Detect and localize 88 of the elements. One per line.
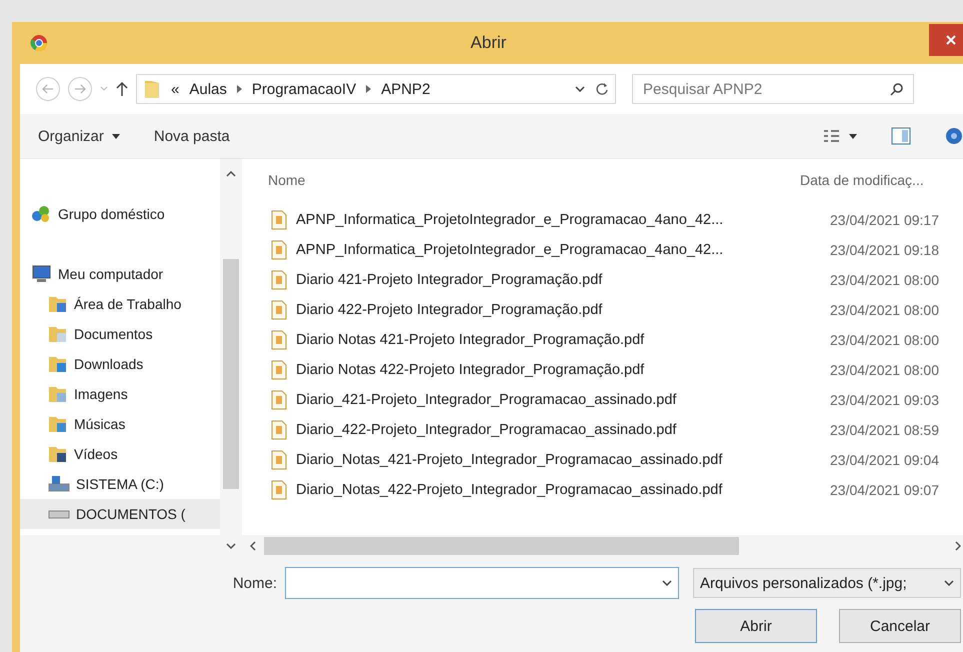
column-header[interactable]: Data de modificaç... — [774, 172, 934, 188]
file-name[interactable]: Diario 422-Projeto Integrador_Programação.pdf — [296, 302, 826, 318]
scroll-right-icon[interactable] — [955, 541, 961, 551]
file-name[interactable]: Diario_421-Projeto_Integrador_Programacao_assinado.pdf — [296, 392, 826, 408]
toolbar-button[interactable]: Organizar — [38, 128, 120, 144]
vertical-scrollbar[interactable] — [220, 159, 242, 535]
folder-icon — [48, 414, 68, 434]
modified-date: 23/04/2021 09:04 — [830, 452, 939, 468]
folder-icon — [48, 384, 68, 404]
column-header[interactable]: Nome — [242, 172, 774, 188]
file-name[interactable]: Diario_422-Projeto_Integrador_Programacao_assinado.pdf — [296, 422, 826, 438]
file-name-field[interactable] — [285, 567, 679, 599]
dropdown-icon — [662, 580, 672, 586]
modified-date: 23/04/2021 09:07 — [830, 482, 939, 498]
folder-icon — [48, 294, 68, 314]
back-arrow-icon — [42, 84, 54, 94]
file-name[interactable]: Diario 421-Projeto Integrador_Programação.pdf — [296, 272, 826, 288]
modified-date: 23/04/2021 09:03 — [830, 392, 939, 408]
preview-pane-icon[interactable] — [891, 127, 911, 145]
dropdown-icon — [575, 86, 585, 92]
folder-icon — [48, 444, 68, 464]
help-icon[interactable] — [945, 127, 963, 145]
breadcrumb[interactable]: Aulas — [189, 80, 227, 98]
chevron-icon — [236, 85, 242, 93]
file-type-dropdown[interactable]: Arquivos personalizados (*.jpg; — [693, 568, 961, 598]
computer-icon — [30, 264, 52, 284]
pdf-file-icon — [270, 390, 288, 410]
window-title: Abrir — [470, 33, 508, 53]
search-field[interactable]: Pesquisar APNP2 — [632, 74, 914, 104]
breadcrumb[interactable]: APNP2 — [381, 80, 430, 98]
homegroup-icon — [30, 204, 52, 224]
scroll-left-icon[interactable] — [250, 541, 256, 551]
view-options-icon[interactable] — [823, 129, 857, 143]
sidebar-item[interactable]: Downloads — [20, 349, 220, 379]
pdf-file-icon — [270, 330, 288, 350]
modified-date: 23/04/2021 08:00 — [830, 302, 939, 318]
file-name[interactable]: APNP_Informatica_ProjetoIntegrador_e_Programacao_4ano_42... — [296, 242, 826, 258]
modified-date: 23/04/2021 08:59 — [830, 422, 939, 438]
file-name[interactable]: Diario Notas 422-Projeto Integrador_Programação.pdf — [296, 362, 826, 378]
drive-icon — [48, 510, 70, 518]
caret-icon — [944, 580, 954, 586]
sidebar-item[interactable]: SISTEMA (C:) — [20, 469, 220, 499]
modified-date: 23/04/2021 09:18 — [830, 242, 939, 258]
folder-icon — [143, 79, 161, 99]
forward-arrow-icon — [74, 84, 86, 94]
file-name[interactable]: APNP_Informatica_ProjetoIntegrador_e_Programacao_4ano_42... — [296, 212, 826, 228]
up-arrow-icon[interactable] — [116, 81, 128, 97]
scroll-up-icon[interactable] — [226, 171, 236, 177]
sidebar-item[interactable]: Músicas — [20, 409, 220, 439]
pdf-file-icon — [270, 270, 288, 290]
cancel-button[interactable]: Cancelar — [839, 609, 961, 643]
pdf-file-icon — [270, 480, 288, 500]
open-button[interactable]: Abrir — [695, 609, 817, 643]
file-name[interactable]: Diario_Notas_421-Projeto_Integrador_Programacao_assinado.pdf — [296, 452, 826, 468]
search-icon — [890, 82, 904, 96]
pdf-file-icon — [270, 210, 288, 230]
breadcrumb[interactable]: ProgramacaoIV — [252, 80, 356, 98]
folder-icon — [48, 354, 68, 374]
sidebar-item[interactable]: Área de Trabalho — [20, 289, 220, 319]
drive-icon — [48, 475, 70, 493]
pdf-file-icon — [270, 360, 288, 380]
sidebar-item[interactable]: Documentos — [20, 319, 220, 349]
file-name[interactable]: Diario Notas 421-Projeto Integrador_Programação.pdf — [296, 332, 826, 348]
pdf-file-icon — [270, 450, 288, 470]
modified-date: 23/04/2021 08:00 — [830, 362, 939, 378]
close-button[interactable] — [929, 24, 963, 56]
name-label: Nome: — [232, 574, 277, 592]
refresh-icon[interactable] — [595, 82, 609, 96]
sidebar-item[interactable]: Imagens — [20, 379, 220, 409]
scroll-down-icon[interactable] — [226, 543, 236, 549]
folder-icon — [48, 324, 68, 344]
browser-logo-icon — [30, 34, 48, 52]
sidebar-item[interactable]: Meu computador — [20, 259, 220, 289]
chevron-icon — [366, 85, 372, 93]
modified-date: 23/04/2021 09:17 — [830, 212, 939, 228]
close-icon — [946, 35, 956, 45]
modified-date: 23/04/2021 08:00 — [830, 272, 939, 288]
address-bar[interactable]: « Aulas ProgramacaoIV APNP2 — [136, 74, 616, 104]
sidebar-item[interactable]: Vídeos — [20, 439, 220, 469]
pdf-file-icon — [270, 240, 288, 260]
sidebar-item[interactable]: DOCUMENTOS ( — [20, 499, 220, 529]
modified-date: 23/04/2021 08:00 — [830, 332, 939, 348]
toolbar-button[interactable]: Nova pasta — [154, 128, 230, 144]
breadcrumb[interactable]: « — [171, 80, 180, 98]
pdf-file-icon — [270, 420, 288, 440]
sidebar-item[interactable]: Grupo doméstico — [20, 199, 220, 229]
pdf-file-icon — [270, 300, 288, 320]
file-name[interactable]: Diario_Notas_422-Projeto_Integrador_Programacao_assinado.pdf — [296, 482, 826, 498]
